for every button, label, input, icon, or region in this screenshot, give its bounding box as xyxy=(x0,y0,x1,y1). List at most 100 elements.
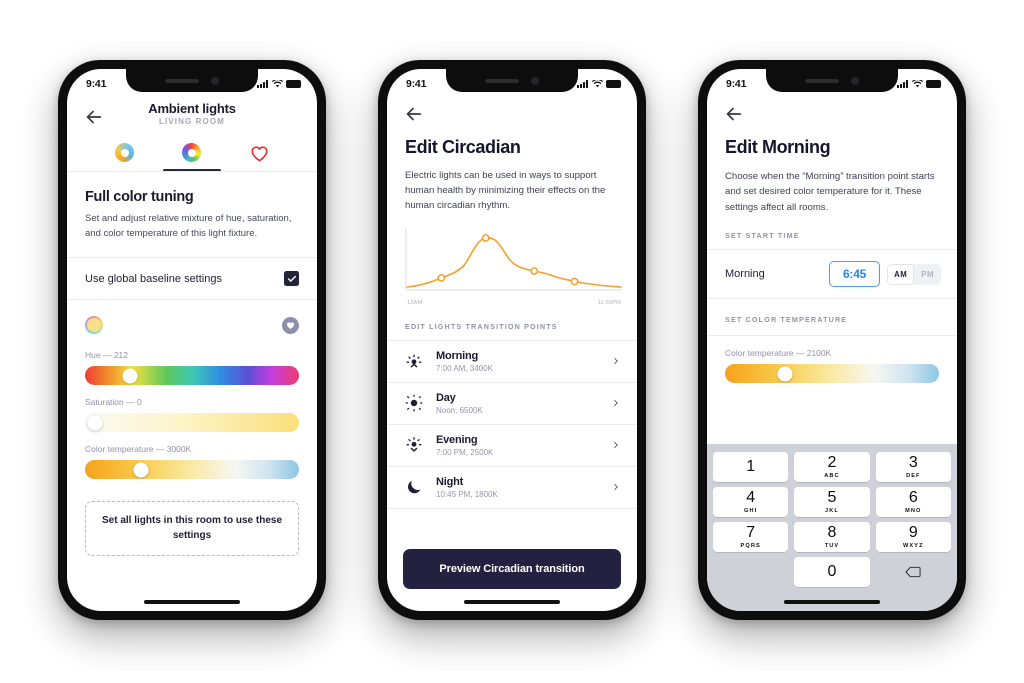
home-indicator xyxy=(144,600,240,604)
white-balance-ring-icon xyxy=(115,143,135,162)
key-7[interactable]: 7 PQRS xyxy=(713,521,789,552)
status-time: 9:41 xyxy=(406,78,427,90)
list-item[interactable]: Day Noon, 6500K xyxy=(387,383,637,425)
chevron-right-icon[interactable] xyxy=(611,480,621,494)
list-item[interactable]: Morning 7:00 AM, 3400K xyxy=(387,341,637,383)
meridiem-am-option[interactable]: AM xyxy=(887,263,915,285)
slider-color-temperature-knob[interactable] xyxy=(133,462,149,478)
front-camera-icon xyxy=(851,76,859,85)
section-description: Set and adjust relative mixture of hue, … xyxy=(85,213,292,239)
circadian-chart-svg xyxy=(405,227,622,291)
tab-white-balance[interactable] xyxy=(97,143,153,171)
slider-color-temperature-track[interactable] xyxy=(85,460,299,480)
circadian-chart: 12AM 11:59PM xyxy=(387,214,637,306)
transition-points-section-label: EDIT LIGHTS TRANSITION POINTS xyxy=(405,321,558,331)
chevron-right-icon[interactable] xyxy=(611,354,621,368)
key-8[interactable]: 8 TUV xyxy=(794,521,870,552)
tab-full-color[interactable] xyxy=(162,143,221,171)
slider-hue-knob[interactable] xyxy=(122,368,138,384)
slider-hue: Hue — 212 xyxy=(67,350,317,386)
apply-to-room-button[interactable]: Set all lights in this room to use these… xyxy=(85,501,299,557)
current-color-row xyxy=(67,300,317,338)
slider-color-temperature-track[interactable] xyxy=(725,364,939,384)
key-0[interactable]: 0 xyxy=(794,556,870,587)
phone2-screen: 9:41 Edit Circadian Electric lights can xyxy=(387,69,637,611)
phone3-app-content: Edit Morning Choose when the “Morning” t… xyxy=(707,95,957,611)
wifi-icon xyxy=(591,80,603,88)
key-4[interactable]: 4 GHI xyxy=(713,486,789,517)
key-blank xyxy=(713,557,788,587)
key-6[interactable]: 6 MNO xyxy=(875,486,951,517)
sunrise-icon xyxy=(405,352,423,370)
phone-mockup-full-color-tuning: 9:41 Ambient lights LIVING ROOM Full col… xyxy=(58,60,326,620)
cellular-bars-icon xyxy=(577,80,588,88)
list-item[interactable]: Evening 7:00 PM, 2500K xyxy=(387,425,637,467)
earpiece-speaker-icon xyxy=(485,78,519,83)
section-heading: Full color tuning xyxy=(85,189,194,205)
preview-circadian-button[interactable]: Preview Circadian transition xyxy=(403,549,621,589)
slider-hue-track[interactable] xyxy=(85,366,299,386)
key-5[interactable]: 5 JKL xyxy=(794,486,870,517)
start-time-row-label: Morning xyxy=(725,268,765,281)
time-input[interactable]: 6:45 xyxy=(828,261,881,288)
list-item[interactable]: Night 10:45 PM, 1800K xyxy=(387,467,637,509)
chevron-right-icon[interactable] xyxy=(611,438,621,452)
slider-saturation-knob[interactable] xyxy=(87,415,103,431)
global-baseline-label: Use global baseline settings xyxy=(85,272,222,285)
key-number: 7 xyxy=(746,523,756,541)
color-wheel-ring-icon xyxy=(182,143,202,162)
list-item-text: Evening 7:00 PM, 2500K xyxy=(436,434,611,457)
wifi-icon xyxy=(911,80,923,88)
chart-marker-day xyxy=(481,233,490,242)
page-title: Ambient lights xyxy=(148,101,236,116)
meridiem-pm-option[interactable]: PM xyxy=(914,264,941,285)
earpiece-speaker-icon xyxy=(805,78,839,83)
slider-saturation: Saturation — 0 xyxy=(67,397,317,433)
circadian-chart-plot xyxy=(405,227,623,298)
home-indicator xyxy=(464,600,560,604)
global-baseline-checkbox[interactable] xyxy=(284,271,299,287)
earpiece-speaker-icon xyxy=(165,78,199,83)
tab-bar xyxy=(67,128,317,172)
heart-filled-icon[interactable] xyxy=(282,316,299,334)
wifi-icon xyxy=(271,80,283,88)
key-1[interactable]: 1 xyxy=(713,451,789,482)
chart-x-tick-start: 12AM xyxy=(407,299,423,306)
phone-mockup-edit-circadian: 9:41 Edit Circadian Electric lights can xyxy=(378,60,646,620)
battery-icon xyxy=(286,80,301,88)
slider-color-temperature-knob[interactable] xyxy=(777,366,793,382)
key-number: 6 xyxy=(908,488,918,506)
key-backspace[interactable] xyxy=(876,557,951,587)
tab-favorites[interactable] xyxy=(231,145,287,171)
slider-color-temperature-label: Color temperature — 3000K xyxy=(85,444,192,455)
backspace-icon xyxy=(905,566,921,577)
chevron-right-icon[interactable] xyxy=(611,396,621,410)
key-letters: TUV xyxy=(824,542,840,549)
start-time-row: Morning 6:45 AM PM xyxy=(707,249,957,300)
transition-points-list: Morning 7:00 AM, 3400K Day Noon, 6500K E… xyxy=(387,339,637,509)
battery-icon xyxy=(926,80,941,88)
current-color-swatch[interactable] xyxy=(85,316,103,334)
key-2[interactable]: 2 ABC xyxy=(794,451,870,482)
key-number: 8 xyxy=(827,523,837,541)
device-notch xyxy=(766,69,898,92)
global-baseline-row[interactable]: Use global baseline settings xyxy=(67,257,317,301)
meridiem-toggle[interactable]: AM PM xyxy=(887,263,941,285)
set-color-temperature-label: SET COLOR TEMPERATURE xyxy=(725,315,848,325)
cellular-bars-icon xyxy=(257,80,268,88)
sunset-icon xyxy=(405,436,423,454)
key-letters: WXYZ xyxy=(903,542,924,549)
back-arrow-icon[interactable] xyxy=(723,103,745,125)
list-item-text: Morning 7:00 AM, 3400K xyxy=(436,350,611,373)
key-3[interactable]: 3 DEF xyxy=(875,451,951,482)
slider-saturation-track[interactable] xyxy=(85,413,299,433)
back-arrow-icon[interactable] xyxy=(403,103,425,125)
list-item-meta: Noon, 6500K xyxy=(436,405,483,415)
status-icons xyxy=(577,80,621,88)
phone3-screen: 9:41 Edit Morning Choose when the “Morni xyxy=(707,69,957,611)
key-number: 0 xyxy=(827,562,837,580)
phone2-app-content: Edit Circadian Electric lights can be us… xyxy=(387,95,637,611)
key-9[interactable]: 9 WXYZ xyxy=(875,521,951,552)
chart-x-tick-end: 11:59PM xyxy=(597,299,621,306)
list-item-meta: 7:00 PM, 2500K xyxy=(436,447,494,457)
